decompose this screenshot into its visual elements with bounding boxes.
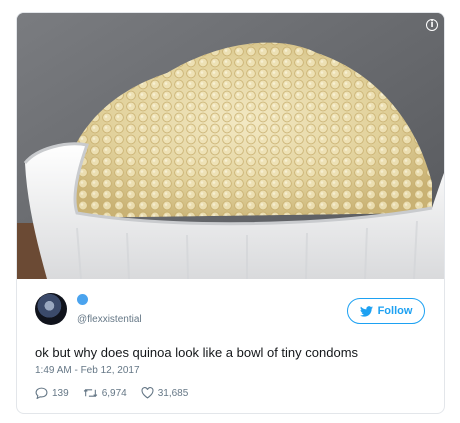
retweet-count: 6,974 <box>101 387 127 399</box>
reply-action[interactable]: 139 <box>35 387 69 399</box>
like-action[interactable]: 31,685 <box>141 387 189 399</box>
follow-label: Follow <box>377 305 413 317</box>
retweet-action[interactable]: 6,974 <box>83 387 127 399</box>
avatar[interactable] <box>35 293 67 325</box>
heart-icon <box>141 387 154 399</box>
tweet-body: @flexxistential Follow ok but why does q… <box>17 279 444 413</box>
like-count: 31,685 <box>157 387 189 399</box>
follow-button[interactable]: Follow <box>347 298 425 324</box>
display-name-placeholder <box>77 294 88 305</box>
quinoa-photo[interactable]: i <box>17 13 444 279</box>
cropped-caption-strip <box>0 0 460 6</box>
user-handle[interactable]: @flexxistential <box>77 314 142 325</box>
reply-count: 139 <box>52 387 69 399</box>
quinoa-bowl-image <box>17 13 444 279</box>
tweet-text: ok but why does quinoa look like a bowl … <box>35 345 359 360</box>
retweet-icon <box>83 389 97 397</box>
tweet-timestamp[interactable]: 1:49 AM - Feb 12, 2017 <box>35 365 140 376</box>
info-icon[interactable]: i <box>426 19 438 31</box>
embedded-tweet-card: i @flexxistential Follow ok but why does… <box>16 12 445 414</box>
twitter-bird-icon <box>359 305 373 317</box>
tweet-actions: 139 6,974 31,685 <box>35 387 202 399</box>
reply-icon <box>35 387 48 399</box>
